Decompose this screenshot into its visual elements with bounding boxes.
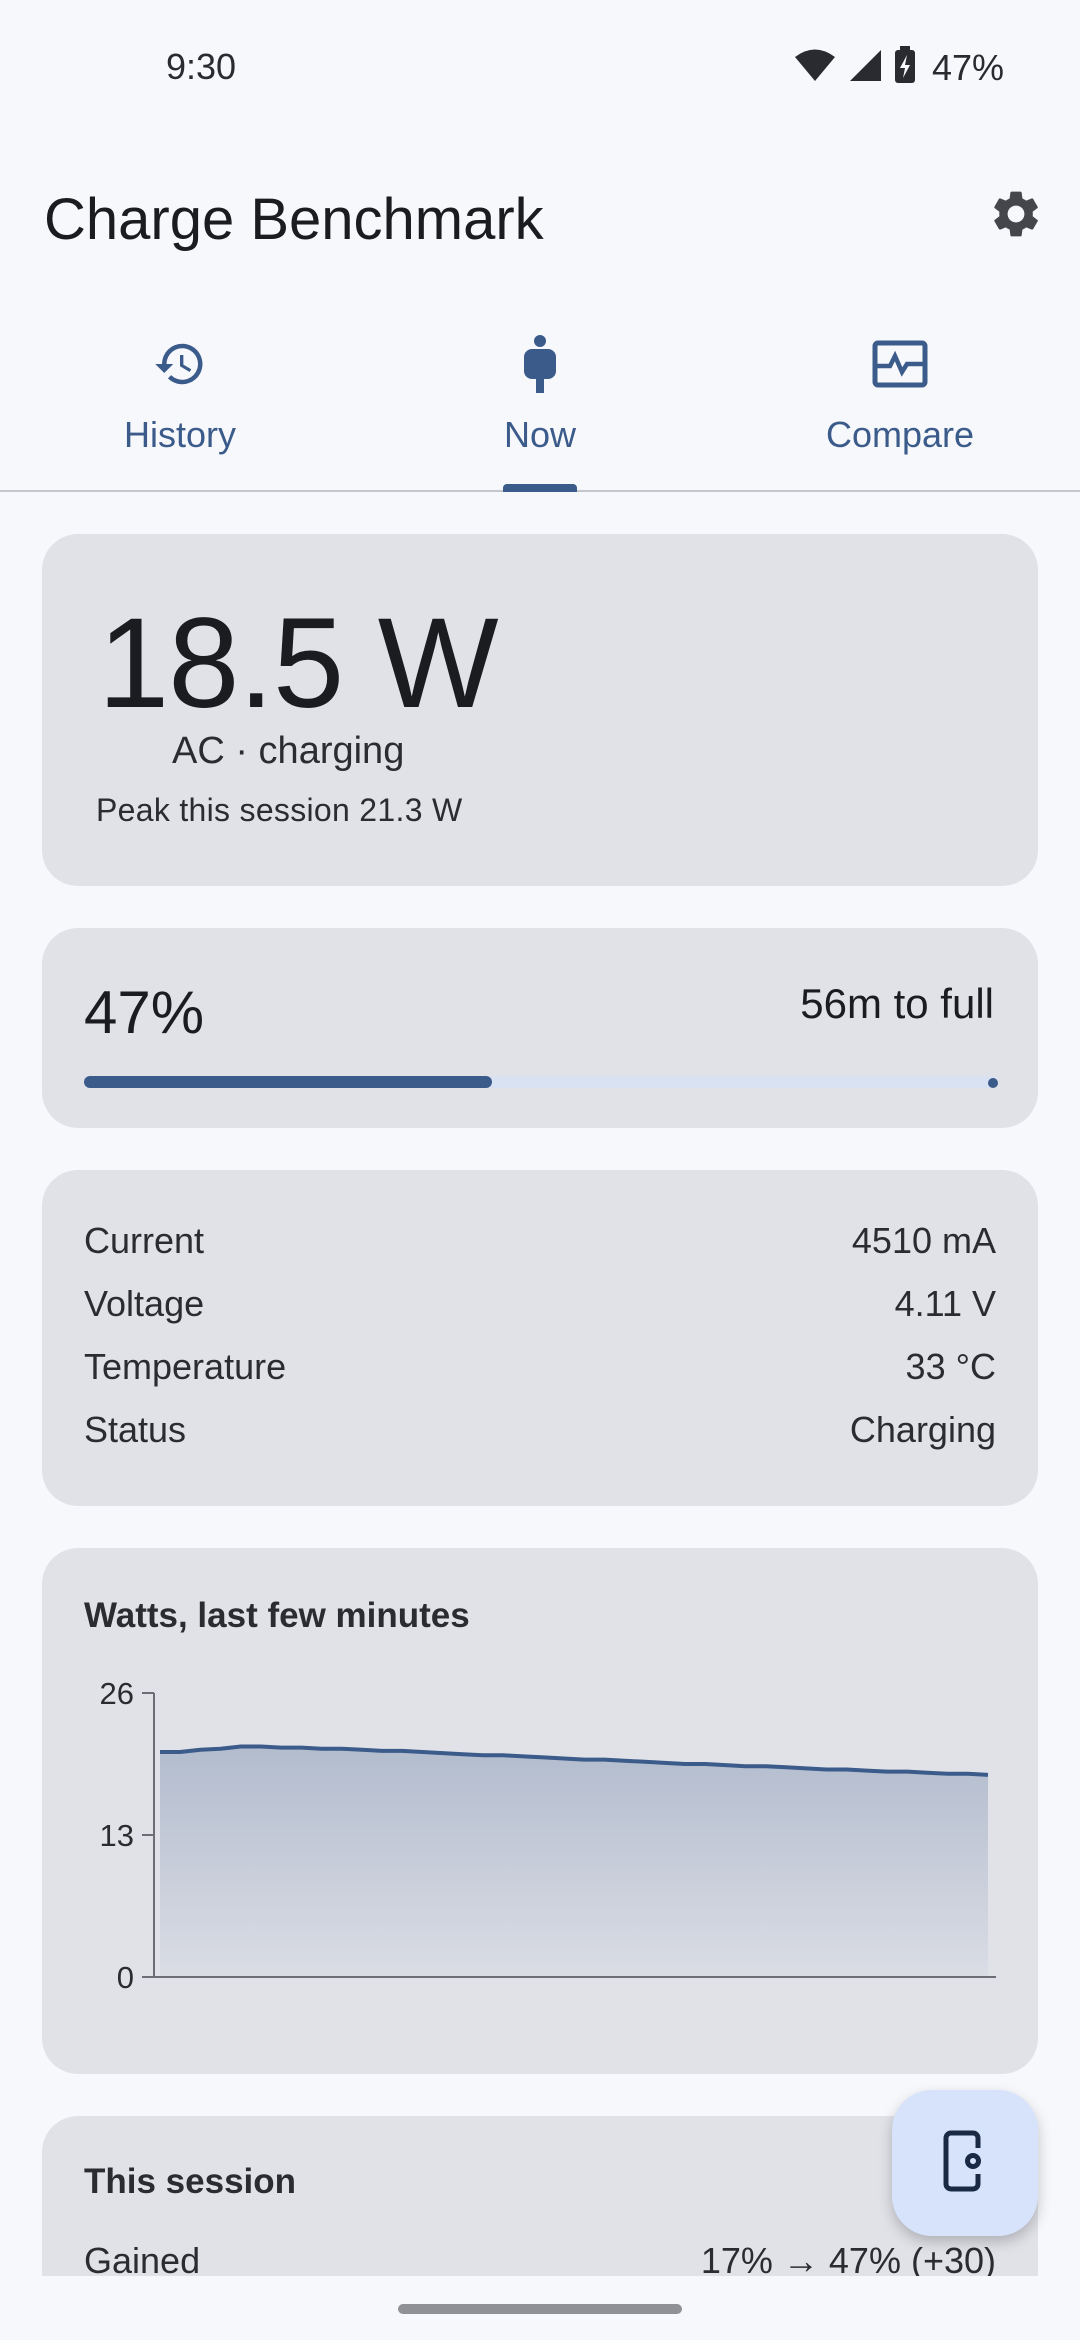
stats-card: Current 4510 mA Voltage 4.11 V Temperatu… [42,1170,1038,1506]
app-title: Charge Benchmark [44,187,544,252]
stat-label: Current [84,1220,205,1261]
plug-icon [508,332,572,396]
stat-row-voltage: Voltage 4.11 V [84,1283,996,1325]
power-source-state: AC · charging [172,730,405,772]
device-settings-fab[interactable] [892,2090,1038,2236]
watts-chart: 0 13 26 [100,1676,996,1995]
session-title: This session [84,2162,297,2201]
tab-label: Now [503,414,577,455]
stat-row-status: Status Charging [84,1409,996,1451]
stat-value: 4.11 V [894,1283,996,1324]
battery-percent: 47% [931,46,1004,88]
battery-charging-icon [894,46,916,89]
stat-label: Voltage [84,1283,205,1324]
session-label: Gained [84,2240,201,2276]
tab-now[interactable]: Now [360,320,720,492]
status-time: 9:30 [166,46,237,87]
tab-label: Compare [825,414,975,455]
tab-label: History [123,414,236,455]
power-peak: Peak this session 21.3 W [96,792,463,828]
stat-value: 33 °C [905,1346,996,1387]
stat-value: Charging [849,1409,996,1450]
chart-area-fill [160,1746,988,1977]
gear-icon [988,186,1044,247]
status-bar: 9:30 47% [0,0,1080,140]
tab-history[interactable]: History [0,320,360,490]
watts-chart-card: Watts, last few minutes 0 13 26 [42,1548,1038,2074]
wifi-icon [794,48,836,87]
chart-y-tick-label: 26 [100,1676,134,1711]
phone-settings-icon [943,2130,987,2197]
chart-y-tick-label: 0 [117,1960,134,1995]
session-card: This session Gained 17% → 47% (+30) [42,2116,1038,2276]
stat-row-temperature: Temperature 33 °C [84,1346,996,1388]
battery-progress-fill [84,1076,493,1088]
cell-signal-icon [848,48,882,87]
stat-label: Temperature [84,1346,287,1387]
stat-label: Status [84,1409,187,1450]
session-row-gained: Gained 17% → 47% (+30) [84,2240,996,2276]
chart-y-tick-label: 13 [100,1818,134,1853]
power-value: 18.5 W [98,592,498,735]
settings-button[interactable] [980,180,1052,252]
tab-compare[interactable]: Compare [720,320,1080,490]
stat-value: 4510 mA [851,1220,996,1261]
tab-indicator [503,484,577,492]
compare-chart-icon [868,332,932,396]
stat-row-current: Current 4510 mA [84,1220,996,1262]
history-icon [148,332,212,396]
time-to-full: 56m to full [800,980,994,1027]
battery-progress-bar [84,1076,998,1088]
power-card: 18.5 W AC · charging Peak this session 2… [42,534,1038,886]
gesture-nav-handle[interactable] [398,2304,682,2314]
tab-bar: History Now Compare [0,320,1080,492]
status-icons: 47% [794,46,1004,89]
battery-progress-end-dot [988,1078,998,1088]
battery-level-card: 47% 56m to full [42,928,1038,1128]
session-value: 17% → 47% (+30) [700,2240,996,2276]
battery-percent-large: 47% [84,979,205,1046]
